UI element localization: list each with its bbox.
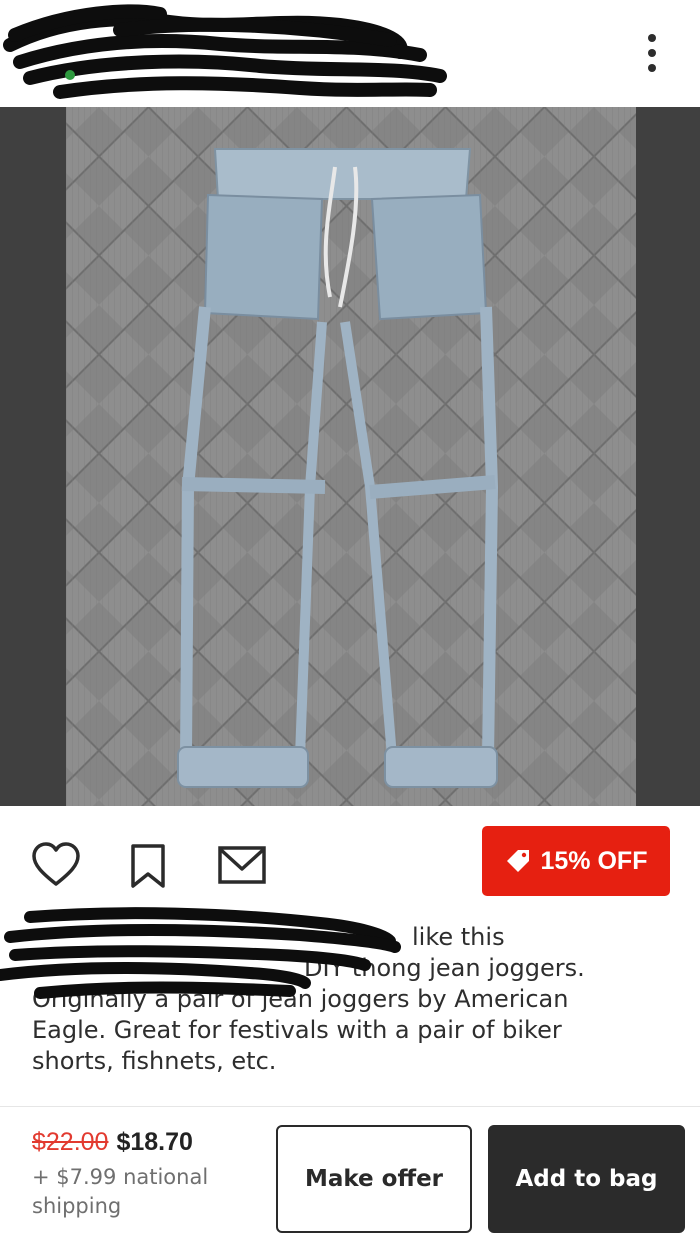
purchase-bar: $22.00 $18.70 + $7.99 national shipping M… [0, 1106, 700, 1243]
redacted-username [0, 907, 401, 999]
product-photo[interactable] [0, 107, 700, 806]
description-line: Eagle. Great for festivals with a pair o… [32, 1016, 562, 1044]
more-vertical-icon-dot [648, 64, 656, 72]
shipping-cost: + $7.99 national [32, 1165, 209, 1189]
envelope-icon [218, 846, 266, 884]
jeans-photo-illustration [0, 107, 700, 806]
shipping-label: shipping [32, 1194, 122, 1218]
more-vertical-icon [648, 34, 656, 42]
make-offer-button[interactable]: Make offer [276, 1125, 472, 1233]
save-button[interactable] [122, 840, 174, 892]
price-row: $22.00 $18.70 [32, 1127, 272, 1157]
more-options-button[interactable] [630, 28, 674, 78]
redacted-seller-info [3, 4, 447, 99]
original-price: $22.00 [32, 1128, 109, 1156]
description-line: shorts, fishnets, etc. [32, 1047, 277, 1075]
sale-price: $18.70 [116, 1128, 193, 1156]
add-to-bag-button[interactable]: Add to bag [488, 1125, 685, 1233]
action-row: 15% OFF [0, 806, 700, 906]
discount-badge[interactable]: 15% OFF [482, 826, 670, 896]
price-block: $22.00 $18.70 + $7.99 national shipping [32, 1127, 272, 1221]
heart-icon [32, 842, 80, 886]
share-button[interactable] [216, 840, 268, 892]
shipping-info: + $7.99 national shipping [32, 1163, 272, 1221]
top-bar [0, 0, 700, 107]
discount-label: 15% OFF [540, 846, 648, 875]
bookmark-icon [131, 844, 165, 888]
more-vertical-icon-dot [648, 49, 656, 57]
tag-icon [506, 850, 529, 872]
like-button[interactable] [30, 840, 82, 892]
